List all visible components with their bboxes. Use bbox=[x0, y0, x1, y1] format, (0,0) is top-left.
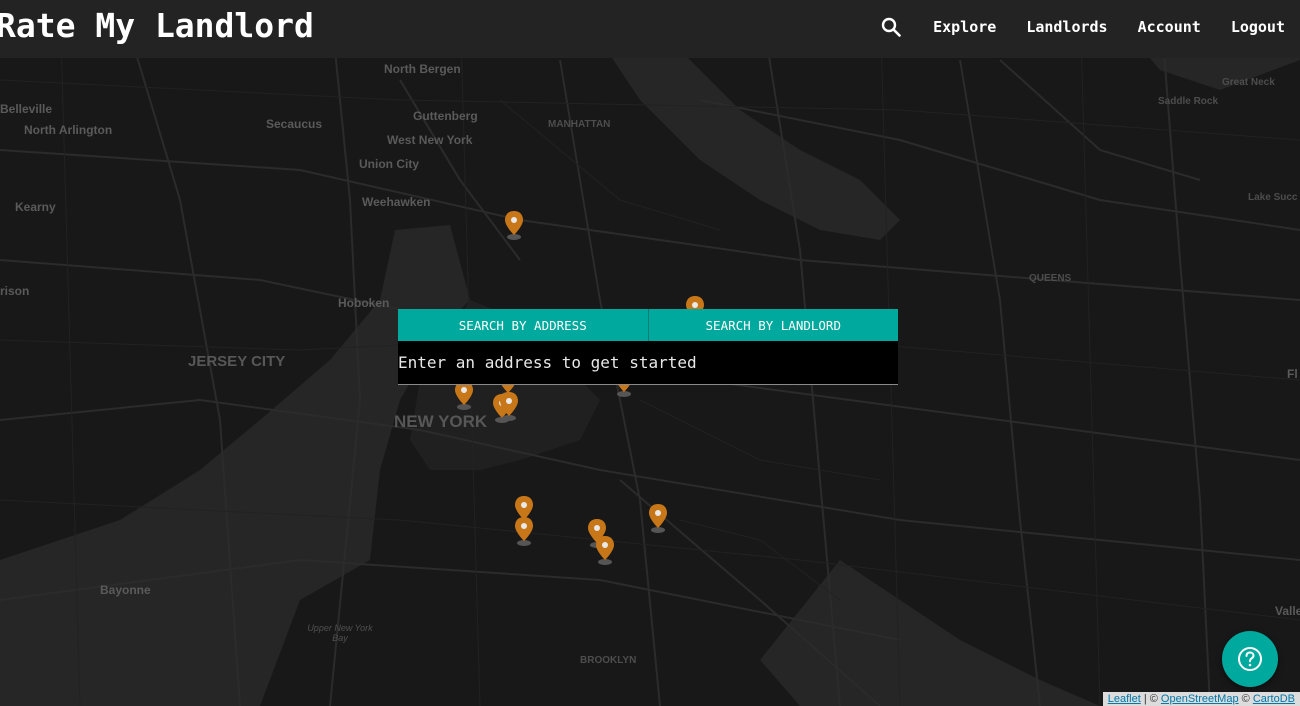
leaflet-link[interactable]: Leaflet bbox=[1108, 693, 1141, 705]
attribution-copyright: © bbox=[1241, 693, 1250, 705]
map-attribution: Leaflet | © OpenStreetMap © CartoDB bbox=[1102, 692, 1300, 706]
nav-explore-link[interactable]: Explore bbox=[933, 18, 996, 36]
map-label: Guttenberg bbox=[413, 109, 478, 123]
map-label: Valle bbox=[1275, 604, 1300, 618]
search-panel: SEARCH BY ADDRESS SEARCH BY LANDLORD bbox=[398, 309, 898, 385]
search-tabs: SEARCH BY ADDRESS SEARCH BY LANDLORD bbox=[398, 309, 898, 341]
question-circle-icon bbox=[1238, 647, 1262, 671]
openstreetmap-link[interactable]: OpenStreetMap bbox=[1161, 693, 1239, 705]
top-navbar: Rate My Landlord Explore Landlords Accou… bbox=[0, 0, 1300, 58]
map-label: Belleville bbox=[0, 102, 53, 116]
map-label: JERSEY CITY bbox=[188, 353, 286, 370]
map-label: Hoboken bbox=[338, 296, 390, 310]
map-label: Bayonne bbox=[100, 583, 151, 597]
map-label: Weehawken bbox=[362, 195, 431, 209]
help-button[interactable] bbox=[1222, 631, 1278, 687]
map-marker-icon[interactable] bbox=[648, 504, 668, 534]
map-label: Great Neck bbox=[1222, 77, 1275, 88]
map-label: Lake Succ bbox=[1248, 192, 1298, 203]
brand-title[interactable]: Rate My Landlord bbox=[0, 6, 314, 45]
map-label: Union City bbox=[359, 157, 419, 171]
map-label: MANHATTAN bbox=[548, 119, 611, 130]
cartodb-link[interactable]: CartoDB bbox=[1253, 693, 1295, 705]
map-label: Secaucus bbox=[266, 117, 323, 131]
map-marker-icon[interactable] bbox=[454, 381, 474, 411]
search-icon[interactable] bbox=[881, 17, 901, 37]
map-label: QUEENS bbox=[1029, 273, 1072, 284]
map-marker-icon[interactable] bbox=[595, 536, 615, 566]
map-label: Fl bbox=[1287, 367, 1298, 381]
nav-menu: Explore Landlords Account Logout bbox=[881, 17, 1285, 37]
nav-landlords-link[interactable]: Landlords bbox=[1026, 18, 1107, 36]
map-label: North Bergen bbox=[384, 62, 461, 76]
map-marker-icon[interactable] bbox=[504, 211, 524, 241]
attribution-separator: | © bbox=[1143, 693, 1158, 705]
address-search-input[interactable] bbox=[398, 341, 898, 385]
map-label: BROOKLYN bbox=[580, 655, 637, 666]
map-marker-icon[interactable] bbox=[514, 517, 534, 547]
map-label: rison bbox=[0, 284, 30, 298]
map-label: North Arlington bbox=[24, 123, 113, 137]
map-label: NEW YORK bbox=[394, 412, 488, 431]
map-label: Saddle Rock bbox=[1158, 96, 1219, 107]
nav-logout-link[interactable]: Logout bbox=[1231, 18, 1285, 36]
tab-search-by-address[interactable]: SEARCH BY ADDRESS bbox=[398, 309, 648, 341]
map-label: West New York bbox=[387, 133, 473, 147]
map-label: Upper New York Bay bbox=[307, 623, 373, 643]
tab-search-by-landlord[interactable]: SEARCH BY LANDLORD bbox=[647, 309, 898, 341]
map-label: Kearny bbox=[15, 200, 56, 214]
nav-account-link[interactable]: Account bbox=[1138, 18, 1201, 36]
map-marker-icon[interactable] bbox=[499, 392, 519, 422]
